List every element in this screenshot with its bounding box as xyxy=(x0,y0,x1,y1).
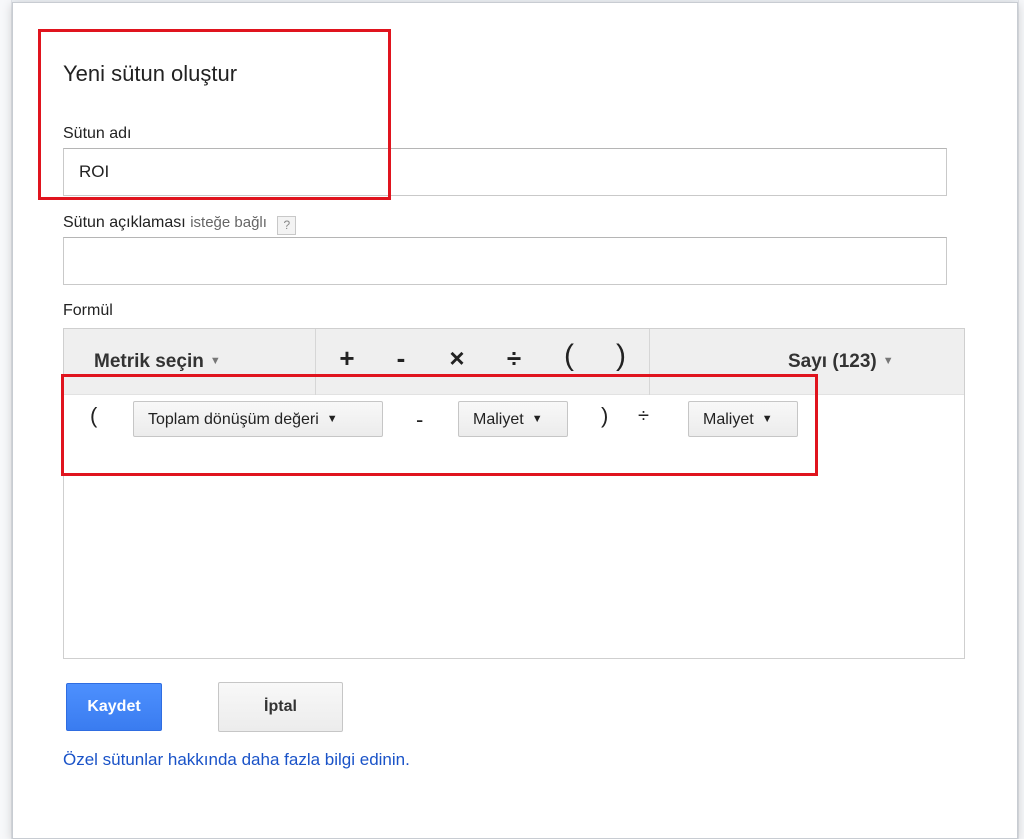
expression-divide: ÷ xyxy=(638,405,649,427)
expression-close-paren: ) xyxy=(601,403,609,428)
background-right-edge xyxy=(1018,0,1024,839)
help-icon[interactable]: ? xyxy=(277,216,297,235)
create-column-dialog: Yeni sütun oluştur Sütun adı Sütun açıkl… xyxy=(12,2,1018,839)
formula-toolbar: Metrik seçin ▼ + - × ÷ ( ) Sayı (123) ▼ xyxy=(64,329,964,395)
expression-minus: - xyxy=(416,407,424,432)
plus-operator-button[interactable]: + xyxy=(332,343,362,374)
chevron-down-icon: ▼ xyxy=(882,355,894,367)
metric-token-label: Maliyet xyxy=(703,411,754,428)
formula-label: Formül xyxy=(63,302,113,319)
metric-token-cost-divisor[interactable]: Maliyet ▼ xyxy=(688,401,798,437)
cancel-button[interactable]: İptal xyxy=(218,682,343,732)
expression-open-paren: ( xyxy=(90,403,98,428)
close-paren-button[interactable]: ) xyxy=(606,339,636,373)
caret-down-icon: ▼ xyxy=(761,413,773,425)
background-left-edge xyxy=(0,0,12,839)
toolbar-divider xyxy=(315,329,316,395)
learn-more-link[interactable]: Özel sütunlar hakkında daha fazla bilgi … xyxy=(63,750,410,770)
divide-operator-button[interactable]: ÷ xyxy=(499,343,529,374)
open-paren-button[interactable]: ( xyxy=(554,339,584,373)
metric-token-cost[interactable]: Maliyet ▼ xyxy=(458,401,568,437)
save-button[interactable]: Kaydet xyxy=(66,683,162,731)
caret-down-icon: ▼ xyxy=(326,413,338,425)
metric-select-label: Metrik seçin xyxy=(94,351,204,372)
number-select-label: Sayı (123) xyxy=(788,351,877,372)
column-description-input[interactable] xyxy=(63,237,947,285)
metric-token-total-conversion-value[interactable]: Toplam dönüşüm değeri ▼ xyxy=(133,401,383,437)
column-description-label-text: Sütun açıklaması xyxy=(63,214,186,231)
caret-down-icon: ▼ xyxy=(531,413,543,425)
minus-operator-button[interactable]: - xyxy=(386,343,416,374)
column-name-label: Sütun adı xyxy=(63,125,132,142)
metric-token-label: Maliyet xyxy=(473,411,524,428)
column-description-label: Sütun açıklaması isteğe bağlı ? xyxy=(63,214,297,235)
metric-select-dropdown[interactable]: Metrik seçin ▼ xyxy=(94,351,221,373)
metric-token-label: Toplam dönüşüm değeri xyxy=(148,411,319,428)
formula-editor[interactable]: Metrik seçin ▼ + - × ÷ ( ) Sayı (123) ▼ xyxy=(63,328,965,659)
number-select-dropdown[interactable]: Sayı (123) ▼ xyxy=(788,351,894,373)
chevron-down-icon: ▼ xyxy=(209,355,221,367)
column-name-input[interactable] xyxy=(63,148,947,196)
toolbar-divider xyxy=(649,329,650,395)
multiply-operator-button[interactable]: × xyxy=(442,343,472,374)
optional-hint: isteğe bağlı xyxy=(190,214,267,231)
dialog-title: Yeni sütun oluştur xyxy=(63,61,238,86)
